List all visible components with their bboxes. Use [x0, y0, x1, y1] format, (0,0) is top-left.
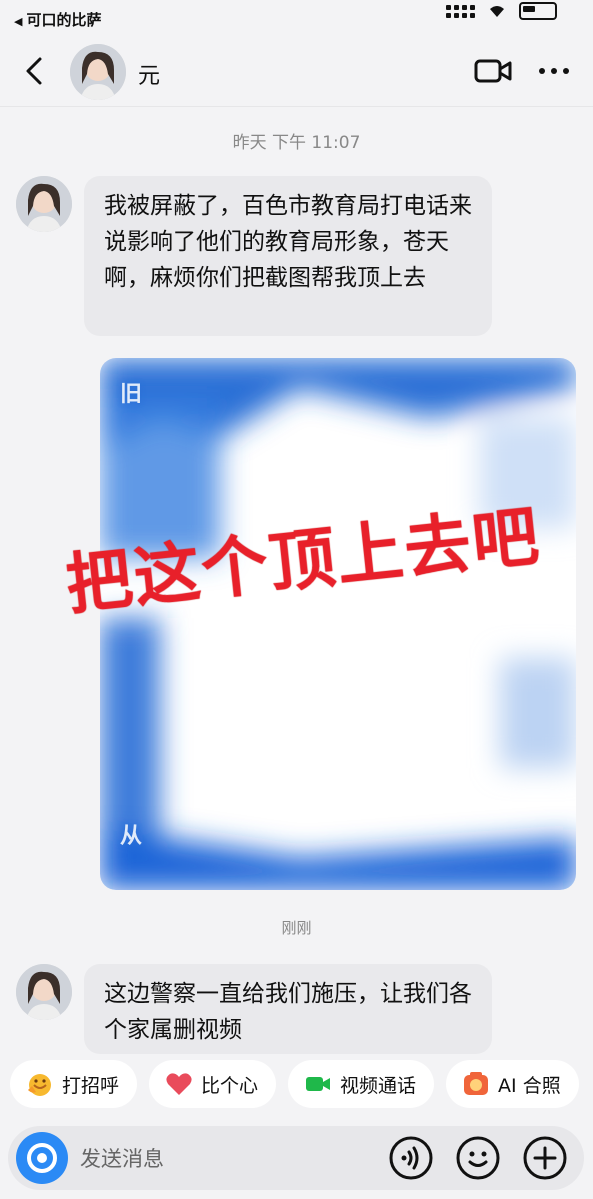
message-input[interactable]: 发送消息: [80, 1143, 164, 1173]
quick-action-heart[interactable]: 比个心: [149, 1060, 277, 1108]
shared-screenshot-image[interactable]: 旧 从: [100, 358, 576, 890]
quick-action-greet[interactable]: 打招呼: [10, 1060, 138, 1108]
camera-button[interactable]: [16, 1132, 68, 1184]
quick-actions-bar: 打招呼 比个心 视频通话 AI 合照: [0, 1060, 593, 1116]
timestamp-just-now: 刚刚: [281, 919, 312, 937]
wave-hand-icon: [28, 1074, 51, 1096]
ai-photo-icon: [464, 1072, 489, 1095]
chat-header: 元: [0, 36, 593, 107]
message-bubble[interactable]: 我被屏蔽了，百色市教育局打电话来说影响了他们的教育局形象，苍天啊，麻烦你们把截图…: [84, 176, 492, 336]
back-to-app-link[interactable]: ◀ 可口的比萨: [14, 9, 101, 30]
back-triangle-icon: ◀: [14, 15, 23, 28]
contact-avatar[interactable]: [70, 44, 126, 100]
sender-avatar[interactable]: [16, 964, 72, 1020]
back-app-label: 可口的比萨: [26, 11, 102, 29]
quick-action-label: 比个心: [201, 1074, 259, 1097]
quick-action-label: 视频通话: [340, 1074, 417, 1097]
quick-action-label: 打招呼: [62, 1074, 120, 1097]
video-camera-icon: [306, 1077, 331, 1091]
message-bubble[interactable]: 这边警察一直给我们施压，让我们各个家属删视频: [84, 964, 492, 1054]
quick-action-video-call[interactable]: 视频通话: [288, 1060, 435, 1108]
camera-icon: [27, 1143, 57, 1173]
sender-avatar[interactable]: [16, 176, 72, 232]
back-arrow-icon[interactable]: [18, 54, 52, 88]
video-call-icon[interactable]: [472, 56, 516, 86]
signal-icon: [446, 4, 475, 18]
blurred-screenshot: [100, 358, 576, 890]
wifi-icon: [490, 6, 504, 17]
heart-icon: [166, 1073, 192, 1095]
blurred-text-fragment: 旧: [120, 382, 143, 407]
quick-action-label: AI 合照: [498, 1074, 561, 1097]
timestamp-yesterday: 昨天 下午 11:07: [232, 133, 361, 153]
battery-icon: [519, 2, 557, 20]
emoji-icon[interactable]: [455, 1135, 501, 1181]
status-bar: ◀ 可口的比萨: [0, 0, 593, 36]
quick-action-ai-photo[interactable]: AI 合照: [446, 1060, 579, 1108]
contact-name: 元: [138, 64, 161, 89]
message-input-bar[interactable]: 发送消息: [8, 1126, 584, 1190]
blurred-text-fragment: 从: [120, 824, 143, 849]
add-icon[interactable]: [522, 1135, 568, 1181]
voice-message-icon[interactable]: [388, 1135, 434, 1181]
status-icons: [446, 2, 557, 20]
more-options-icon[interactable]: [532, 54, 576, 88]
